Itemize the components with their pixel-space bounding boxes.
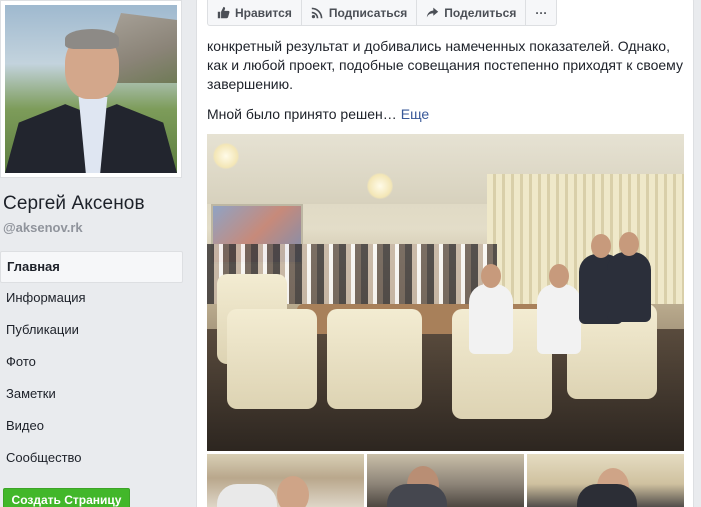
post-truncated-text: Мной было принято решен… <box>207 106 397 122</box>
nav-item-home[interactable]: Главная <box>0 251 183 283</box>
nav-item-about[interactable]: Информация <box>0 283 183 315</box>
more-options-icon: ··· <box>535 5 548 20</box>
post-card: Нравится Подписаться Поделиться ··· конк… <box>196 0 694 507</box>
page-action-bar: Нравится Подписаться Поделиться ··· <box>207 0 558 26</box>
subscribe-label: Подписаться <box>328 5 408 20</box>
profile-photo <box>5 5 177 173</box>
share-button[interactable]: Поделиться <box>417 0 527 26</box>
like-button[interactable]: Нравится <box>208 0 302 26</box>
share-label: Поделиться <box>444 5 517 20</box>
page-handle[interactable]: @aksenov.rk <box>3 220 83 235</box>
see-more-link[interactable]: Еще <box>401 106 430 122</box>
share-arrow-icon <box>427 7 439 18</box>
subscribe-button[interactable]: Подписаться <box>302 0 418 26</box>
more-options-button[interactable]: ··· <box>526 0 556 26</box>
post-text: конкретный результат и добивались намече… <box>207 38 683 92</box>
page-nav: Главная Информация Публикации Фото Замет… <box>0 251 183 475</box>
page-name[interactable]: Сергей Аксенов <box>3 193 145 215</box>
rss-icon <box>311 7 323 19</box>
left-column: Сергей Аксенов @aksenov.rk Главная Инфор… <box>0 0 190 507</box>
nav-item-photos[interactable]: Фото <box>0 347 183 379</box>
nav-item-notes[interactable]: Заметки <box>0 379 183 411</box>
like-label: Нравится <box>235 5 292 20</box>
profile-picture[interactable] <box>0 0 182 178</box>
post-truncated-line: Мной было принято решен… Еще <box>207 106 429 122</box>
nav-item-community[interactable]: Сообщество <box>0 443 183 475</box>
nav-item-posts[interactable]: Публикации <box>0 315 183 347</box>
thumbnail-photo[interactable] <box>367 454 524 507</box>
thumbnail-photo[interactable] <box>207 454 364 507</box>
post-photo-thumbnails <box>207 454 684 507</box>
post-main-photo[interactable] <box>207 134 684 451</box>
thumbs-up-icon <box>217 6 230 19</box>
thumbnail-photo[interactable] <box>527 454 684 507</box>
create-page-button[interactable]: Создать Страницу <box>3 488 130 507</box>
nav-item-videos[interactable]: Видео <box>0 411 183 443</box>
